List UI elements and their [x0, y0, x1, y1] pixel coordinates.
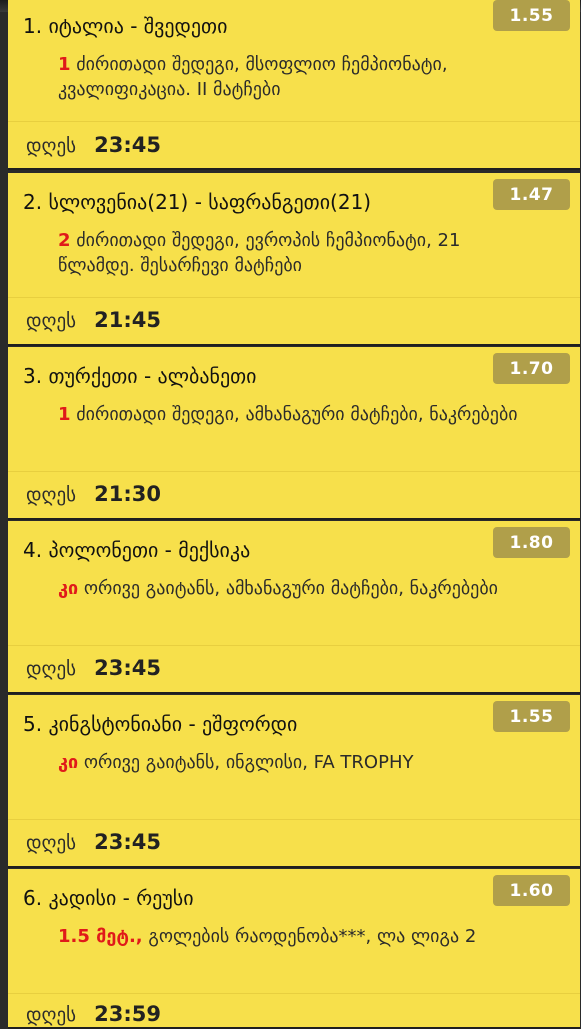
match-card[interactable]: 2. სლოვენია(21) - საფრანგეთი(21) 1.47 2 …	[8, 173, 580, 346]
bet-market: ორივე გაიტანს, ამხანაგური მატჩები, ნაკრე…	[83, 578, 498, 599]
match-description: კი ორივე გაიტანს, ამხანაგური მატჩები, ნა…	[58, 576, 538, 601]
bet-selection: კი	[58, 578, 79, 599]
match-description: 1 ძირითადი შედეგი, ამხანაგური მატჩები, ნ…	[58, 402, 538, 427]
bet-market: ძირითადი შედეგი, მსოფლიო ჩემპიონატი, კვა…	[58, 54, 448, 100]
match-day: დღეს	[26, 484, 77, 506]
match-number: 2.	[23, 190, 43, 214]
divider	[8, 645, 580, 646]
odds-button[interactable]: 1.70	[493, 353, 570, 384]
odds-button[interactable]: 1.55	[493, 701, 570, 732]
bet-market: ძირითადი შედეგი, ამხანაგური მატჩები, ნაკ…	[76, 404, 518, 425]
match-title: 4. პოლონეთი - მექსიკა	[23, 538, 250, 562]
match-time: 23:45	[94, 133, 161, 157]
match-day: დღეს	[26, 135, 77, 157]
match-datetime: დღეს 23:45	[26, 830, 161, 854]
match-number: 3.	[23, 364, 43, 388]
divider	[8, 993, 580, 994]
odds-button[interactable]: 1.55	[493, 0, 570, 31]
match-description: 1 ძირითადი შედეგი, მსოფლიო ჩემპიონატი, კ…	[58, 52, 538, 102]
bet-market: გოლების რაოდენობა***, ლა ლიგა 2	[148, 926, 477, 947]
odds-button[interactable]: 1.47	[493, 179, 570, 210]
divider	[8, 297, 580, 298]
match-time: 23:45	[94, 656, 161, 680]
match-time: 23:45	[94, 830, 161, 854]
match-card[interactable]: 1. იტალია - შვედეთი 1.55 1 ძირითადი შედე…	[8, 0, 580, 170]
bet-selection: კი	[58, 752, 79, 773]
match-title: 2. სლოვენია(21) - საფრანგეთი(21)	[23, 190, 371, 214]
match-teams: კინგსტონიანი - ეშფორდი	[48, 712, 298, 736]
match-teams: იტალია - შვედეთი	[48, 14, 228, 38]
match-datetime: დღეს 21:30	[26, 482, 161, 506]
match-time: 21:45	[94, 308, 161, 332]
match-title: 5. კინგსტონიანი - ეშფორდი	[23, 712, 297, 736]
match-card[interactable]: 3. თურქეთი - ალბანეთი 1.70 1 ძირითადი შე…	[8, 347, 580, 520]
match-datetime: დღეს 23:59	[26, 1002, 161, 1026]
match-description: 2 ძირითადი შედეგი, ევროპის ჩემპიონატი, 2…	[58, 228, 538, 278]
match-title: 3. თურქეთი - ალბანეთი	[23, 364, 256, 388]
match-day: დღეს	[26, 310, 77, 332]
match-title: 6. კადისი - რეუსი	[23, 886, 194, 910]
match-number: 1.	[23, 14, 43, 38]
match-day: დღეს	[26, 1004, 77, 1026]
odds-button[interactable]: 1.80	[493, 527, 570, 558]
bet-selection: 1	[58, 404, 71, 425]
match-teams: თურქეთი - ალბანეთი	[48, 364, 257, 388]
match-description: 1.5 მეტ., გოლების რაოდენობა***, ლა ლიგა …	[58, 924, 538, 949]
match-teams: კადისი - რეუსი	[48, 886, 194, 910]
odds-button[interactable]: 1.60	[493, 875, 570, 906]
match-number: 6.	[23, 886, 43, 910]
match-datetime: დღეს 23:45	[26, 656, 161, 680]
match-number: 4.	[23, 538, 43, 562]
match-day: დღეს	[26, 658, 77, 680]
match-teams: პოლონეთი - მექსიკა	[48, 538, 251, 562]
match-datetime: დღეს 23:45	[26, 133, 161, 157]
divider	[8, 121, 580, 122]
match-teams: სლოვენია(21) - საფრანგეთი(21)	[48, 190, 372, 214]
bet-market: ორივე გაიტანს, ინგლისი, FA TROPHY	[83, 752, 414, 773]
bet-market: ძირითადი შედეგი, ევროპის ჩემპიონატი, 21 …	[58, 230, 461, 276]
bet-selection: 1	[58, 54, 71, 75]
match-card[interactable]: 5. კინგსტონიანი - ეშფორდი 1.55 კი ორივე …	[8, 695, 580, 868]
match-title: 1. იტალია - შვედეთი	[23, 14, 227, 38]
match-number: 5.	[23, 712, 43, 736]
match-time: 23:59	[94, 1002, 161, 1026]
match-card[interactable]: 6. კადისი - რეუსი 1.60 1.5 მეტ., გოლების…	[8, 869, 580, 1029]
match-datetime: დღეს 21:45	[26, 308, 161, 332]
match-day: დღეს	[26, 832, 77, 854]
match-time: 21:30	[94, 482, 161, 506]
bet-selection: 2	[58, 230, 71, 251]
match-description: კი ორივე გაიტანს, ინგლისი, FA TROPHY	[58, 750, 538, 775]
divider	[8, 819, 580, 820]
bet-selection: 1.5 მეტ.,	[58, 926, 143, 947]
divider	[8, 471, 580, 472]
match-card[interactable]: 4. პოლონეთი - მექსიკა 1.80 კი ორივე გაიტ…	[8, 521, 580, 694]
